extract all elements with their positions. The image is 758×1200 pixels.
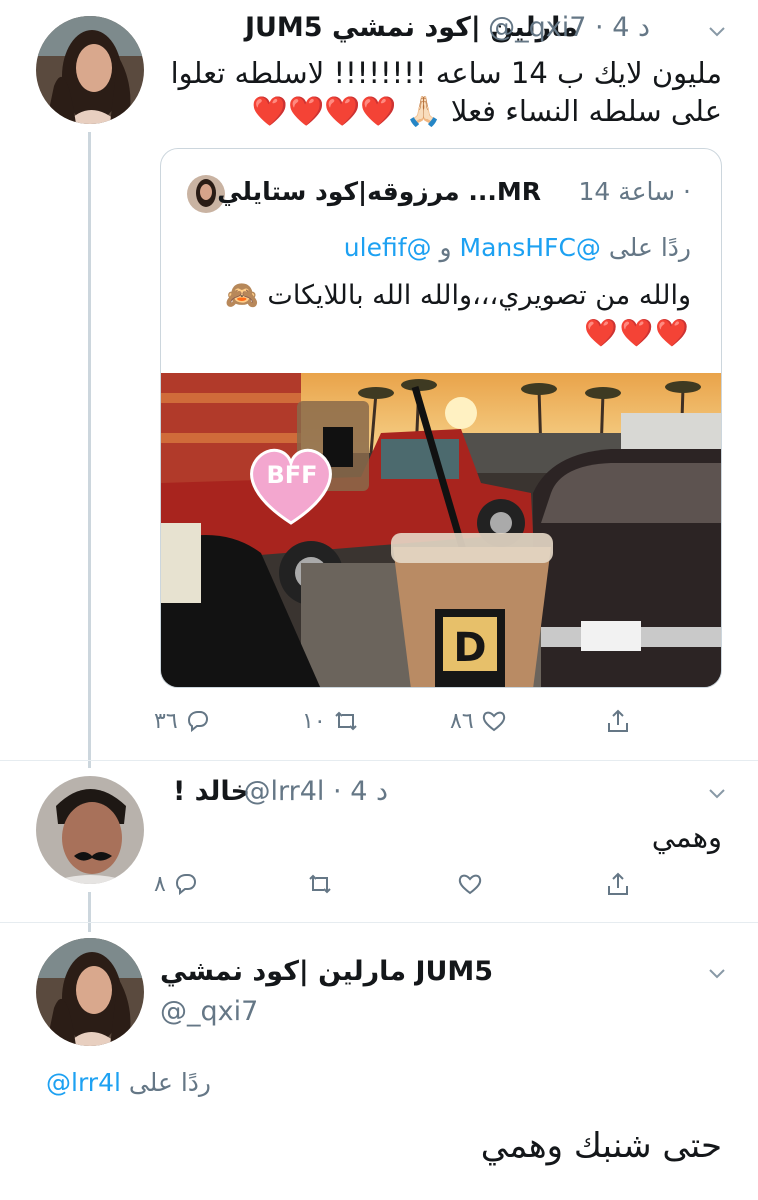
bff-sticker: BFF	[266, 461, 318, 489]
share-button[interactable]	[604, 868, 632, 900]
quoted-tweet-card[interactable]: MR... مرزوقه|كود ستايلي 14 ساعة · ردًا ع…	[160, 148, 722, 688]
share-button[interactable]	[604, 705, 632, 737]
reply-button[interactable]: ٣٦	[154, 705, 212, 737]
tweet-meta: @_qxi7 · 4 د	[488, 12, 650, 43]
retweet-icon	[334, 711, 357, 731]
like-button[interactable]: ٨٦	[450, 705, 508, 737]
quoted-photo[interactable]: D	[161, 373, 722, 688]
quoted-display-name: MR... مرزوقه|كود ستايلي	[217, 177, 541, 206]
divider	[0, 760, 758, 761]
avatar[interactable]	[36, 776, 144, 884]
avatar[interactable]	[36, 16, 144, 124]
retweet-button[interactable]: ١٠	[302, 705, 360, 737]
mention-link[interactable]: @ulefif	[344, 233, 432, 262]
display-name[interactable]: مارلين |كود نمشي JUM5	[160, 956, 493, 987]
tweet-meta: @lrr4l · 4 د	[243, 776, 389, 807]
heart-icon	[458, 874, 482, 895]
cup-logo: D	[453, 625, 486, 671]
share-icon	[608, 872, 628, 895]
timestamp[interactable]: 4 د	[612, 12, 650, 43]
quoted-text: والله من تصويري،،،والله الله باللايكات 🙈	[225, 280, 691, 311]
display-name[interactable]: خالد !	[173, 776, 250, 807]
tweet-text: حتى شنبك وهمي	[480, 1126, 722, 1166]
tweet-text: على سلطه النساء فعلا 🙏🏻 ❤️❤️❤️❤️	[251, 94, 722, 128]
like-button[interactable]	[456, 868, 484, 900]
chevron-down-icon[interactable]	[706, 962, 728, 984]
chevron-down-icon[interactable]	[706, 20, 728, 42]
reply-icon	[187, 711, 208, 733]
share-icon	[608, 709, 628, 732]
avatar[interactable]	[36, 938, 144, 1046]
reply-button[interactable]: ٨	[154, 868, 200, 900]
mention-link[interactable]: @MansHFC	[460, 233, 601, 262]
chevron-down-icon[interactable]	[706, 782, 728, 804]
reply-context: @lrr4l ردًا على	[46, 1068, 212, 1097]
retweet-icon	[309, 874, 331, 894]
retweet-button[interactable]	[306, 868, 334, 900]
tweet-text: مليون لايك ب 14 ساعه !!!!!!!! لاسلطه تعل…	[170, 56, 722, 90]
thread-connector	[88, 892, 91, 932]
tweet-text: وهمي	[651, 820, 722, 854]
reply-icon	[175, 874, 196, 896]
handle[interactable]: @_qxi7	[488, 12, 586, 43]
handle[interactable]: @lrr4l	[244, 776, 325, 807]
mention-link[interactable]: @lrr4l	[46, 1068, 121, 1097]
thread-connector	[88, 132, 91, 768]
handle[interactable]: @_qxi7	[160, 996, 258, 1027]
quoted-reply-context: ردًا على @MansHFC و @ulefif	[343, 233, 691, 262]
quoted-time: 14 ساعة ·	[578, 177, 691, 206]
divider	[0, 922, 758, 923]
heart-icon	[482, 711, 505, 732]
timestamp[interactable]: 4 د	[350, 776, 388, 807]
quoted-hearts: ❤️❤️❤️	[584, 318, 691, 349]
